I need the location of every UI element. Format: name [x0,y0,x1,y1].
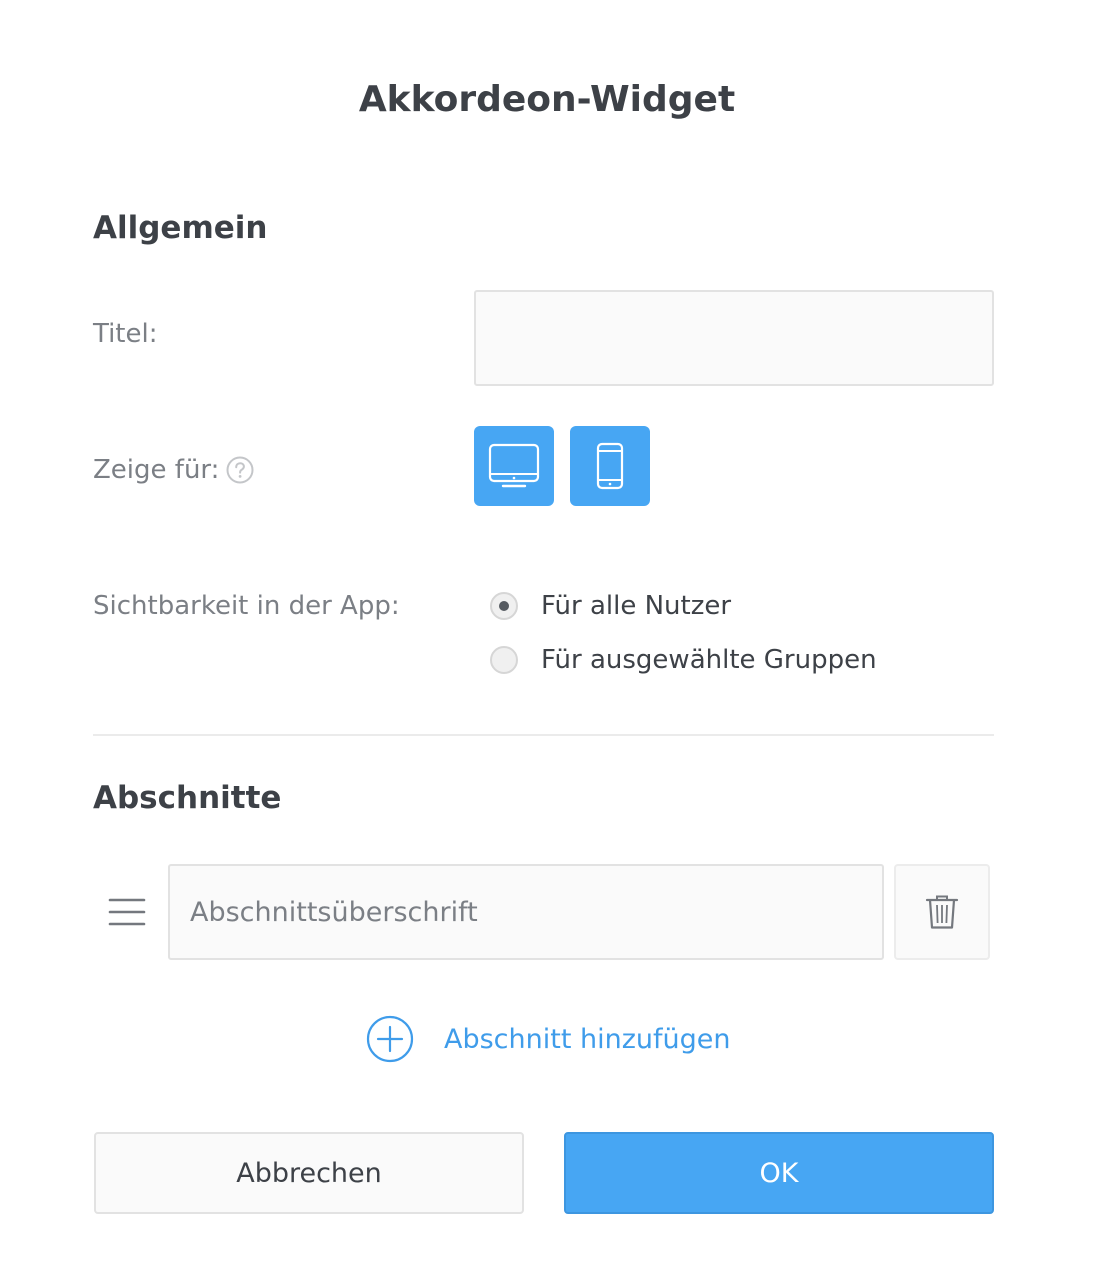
radio-button[interactable] [490,646,518,674]
show-for-label: Zeige für: [93,455,220,485]
title-label: Titel: [93,319,158,349]
dialog-title: Akkordeon-Widget [358,79,736,120]
sections-heading: Abschnitte [93,780,282,816]
title-input[interactable] [474,290,994,386]
general-heading: Allgemein [93,210,268,246]
section-divider [93,734,994,736]
radio-button[interactable] [490,592,518,620]
mobile-phone-icon [596,442,624,490]
visibility-option-all-users[interactable]: Für alle Nutzer [490,589,731,623]
desktop-icon [488,443,540,488]
desktop-toggle-button[interactable] [474,426,554,506]
cancel-button[interactable]: Abbrechen [94,1132,524,1214]
section-row-drag-handle[interactable] [107,896,147,928]
visibility-label: Sichtbarkeit in der App: [93,591,400,621]
section-heading-input[interactable] [168,864,884,960]
add-section-button[interactable]: Abschnitt hinzufügen [366,1014,731,1064]
add-section-label: Abschnitt hinzufügen [444,1023,731,1055]
drag-handle-icon [108,898,146,926]
visibility-option-selected-groups[interactable]: Für ausgewählte Gruppen [490,643,877,677]
delete-section-button[interactable] [894,864,990,960]
plus-circle-icon [366,1015,414,1063]
radio-label: Für ausgewählte Gruppen [541,645,877,675]
trash-icon [925,895,959,929]
question-circle-icon[interactable] [226,456,254,484]
ok-button[interactable]: OK [564,1132,994,1214]
radio-label: Für alle Nutzer [541,591,732,621]
mobile-toggle-button[interactable] [570,426,650,506]
